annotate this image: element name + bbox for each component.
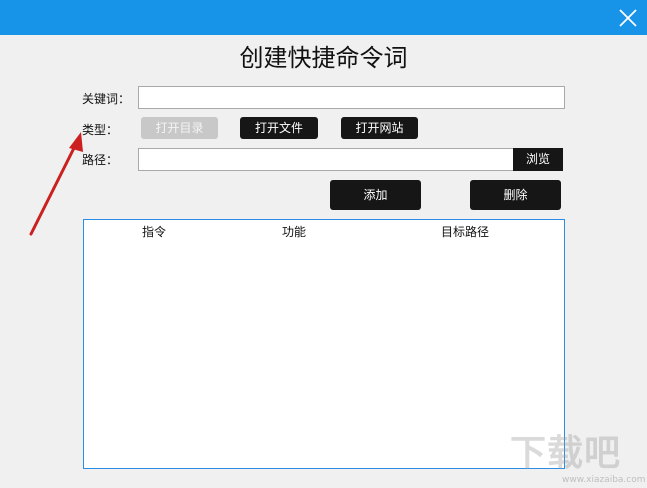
dialog-title: 创建快捷命令词	[239, 44, 408, 72]
column-header-target-path[interactable]: 目标路径	[441, 224, 489, 240]
keyword-label: 关键词：	[82, 92, 131, 106]
title-bar	[0, 0, 647, 35]
command-list[interactable]: 指令 功能 目标路径	[83, 219, 565, 469]
browse-button[interactable]: 浏览	[513, 148, 563, 171]
path-input[interactable]	[138, 148, 514, 171]
watermark-url: www.xiazaiba.com	[562, 475, 646, 485]
close-button[interactable]	[617, 7, 639, 29]
watermark-logo: 下载吧	[510, 433, 622, 474]
delete-button[interactable]: 删除	[470, 180, 561, 210]
open-file-button[interactable]: 打开文件	[240, 117, 318, 139]
add-button[interactable]: 添加	[330, 180, 421, 210]
type-label: 类型：	[82, 123, 119, 137]
column-header-function[interactable]: 功能	[282, 224, 306, 240]
path-label: 路径：	[82, 153, 119, 167]
column-header-command[interactable]: 指令	[142, 224, 166, 240]
open-website-button[interactable]: 打开网站	[341, 117, 418, 139]
keyword-input[interactable]	[138, 86, 565, 109]
open-directory-button[interactable]: 打开目录	[141, 117, 218, 139]
close-icon	[619, 9, 637, 27]
